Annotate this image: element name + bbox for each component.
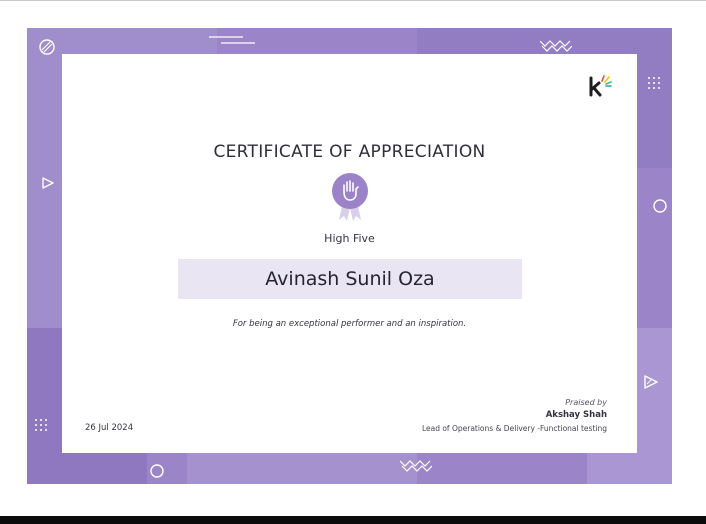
bottom-bar — [0, 516, 706, 524]
issue-date: 26 Jul 2024 — [85, 423, 134, 433]
triangle-icon — [41, 176, 55, 190]
certificate-title: CERTIFICATE OF APPRECIATION — [213, 142, 486, 162]
zigzag-icon — [540, 38, 572, 52]
appreciation-message: For being an exceptional performer and a… — [232, 319, 467, 329]
praised-by-label: Praised by — [565, 398, 607, 407]
praiser-name: Akshay Shah — [545, 410, 607, 420]
dot-grid-icon — [34, 418, 48, 432]
certificate-card: CERTIFICATE OF APPRECIATION High Five Av… — [62, 54, 637, 453]
recipient-box: Avinash Sunil Oza — [178, 259, 522, 299]
circle-outline-icon — [149, 463, 165, 479]
zigzag-icon — [400, 458, 432, 472]
high-five-hand-badge-icon — [330, 172, 370, 222]
top-divider — [0, 0, 706, 1]
brand-k-logo-icon — [588, 74, 618, 98]
award-name: High Five — [324, 232, 375, 245]
circle-outline-icon — [652, 198, 668, 214]
hatched-circle-icon — [38, 38, 56, 56]
dot-grid-icon — [647, 76, 661, 90]
double-line-icon — [209, 35, 255, 45]
recipient-name: Avinash Sunil Oza — [265, 268, 435, 290]
hatched-triangle-icon — [642, 373, 660, 391]
praiser-role: Lead of Operations & Delivery -Functiona… — [421, 424, 607, 433]
